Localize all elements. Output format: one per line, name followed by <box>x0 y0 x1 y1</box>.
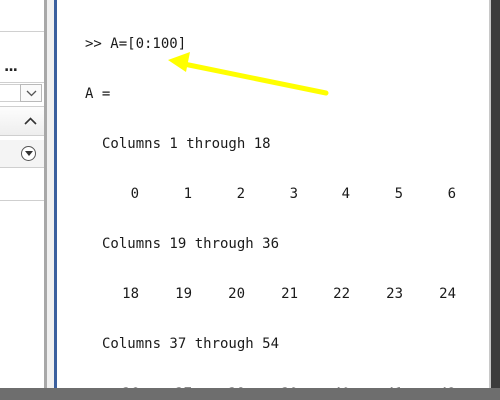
annotation-arrow-icon <box>168 52 329 96</box>
output-value: 7 <box>467 186 489 202</box>
chevron-up-icon <box>23 117 37 125</box>
output-value: 5 <box>394 186 403 202</box>
chevron-down-icon <box>24 150 33 156</box>
panel-section-header <box>0 140 44 168</box>
dropdown-button[interactable] <box>20 84 42 102</box>
columns-label: Columns 1 through 18 <box>102 136 271 152</box>
output-value: 1 <box>183 186 192 202</box>
divider <box>0 200 44 201</box>
dropdown-field[interactable] <box>0 84 20 102</box>
variable-header: A = <box>85 86 111 102</box>
status-bar <box>0 388 500 400</box>
more-options-button[interactable]: ... <box>4 59 18 75</box>
output-value: 20 <box>228 286 245 302</box>
output-value: 6 <box>447 186 456 202</box>
output-value: 23 <box>386 286 403 302</box>
chevron-down-icon <box>26 90 36 96</box>
collapse-button[interactable] <box>20 111 40 131</box>
output-value: 25 <box>473 286 489 302</box>
panel-collapse-bar <box>0 106 44 136</box>
output-value: 3 <box>289 186 298 202</box>
left-panel: ... <box>0 0 48 400</box>
output-value: 0 <box>130 186 139 202</box>
output-value: 22 <box>333 286 350 302</box>
divider <box>0 31 44 32</box>
output-value: 19 <box>175 286 192 302</box>
output-value: 2 <box>236 186 245 202</box>
columns-label: Columns 19 through 36 <box>102 236 280 252</box>
left-panel-header: ... <box>0 0 44 90</box>
expand-section-button[interactable] <box>21 146 36 161</box>
columns-label: Columns 37 through 54 <box>102 336 280 352</box>
output-value: 24 <box>439 286 456 302</box>
arrow-shaft <box>181 61 329 96</box>
arrow-head <box>168 52 190 72</box>
gutter <box>47 0 54 400</box>
output-value: 18 <box>122 286 139 302</box>
window-edge-highlight <box>489 0 491 400</box>
divider <box>0 82 44 83</box>
output-value: 21 <box>281 286 298 302</box>
output-value: 4 <box>341 186 350 202</box>
